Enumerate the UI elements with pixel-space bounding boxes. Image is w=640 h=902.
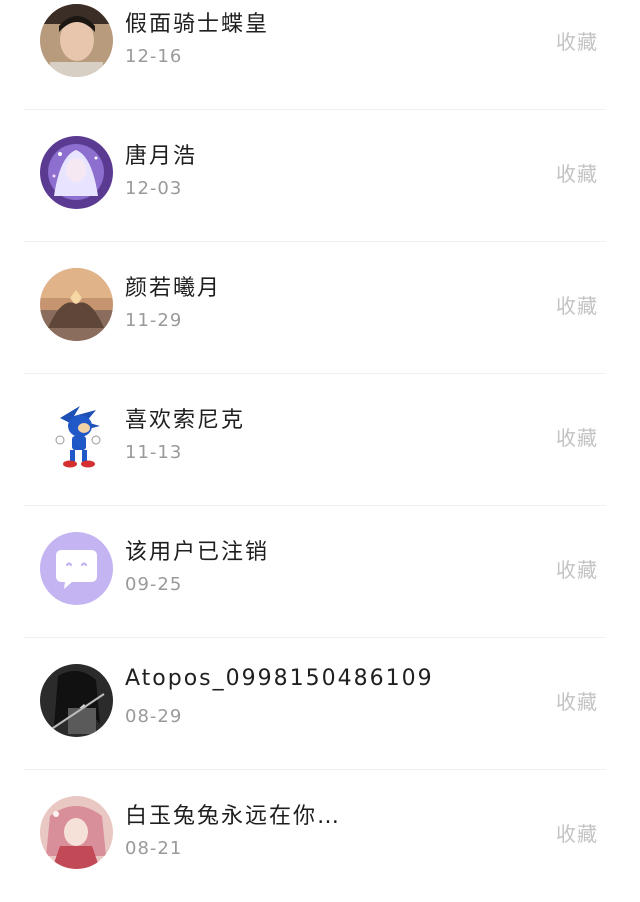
list-item[interactable]: 白玉兔兔永远在你… 08-21 收藏: [0, 770, 640, 902]
favorite-button[interactable]: 收藏: [556, 554, 598, 583]
favorite-button[interactable]: 收藏: [556, 290, 598, 319]
favorite-button[interactable]: 收藏: [556, 686, 598, 715]
dark-character-icon[interactable]: [40, 664, 113, 737]
deactivated-chat-bubble-icon[interactable]: [40, 532, 113, 605]
favorite-button[interactable]: 收藏: [556, 26, 598, 55]
favorite-button[interactable]: 收藏: [556, 158, 598, 187]
follow-date: 08-29: [125, 706, 183, 727]
anime-girl-icon[interactable]: [40, 136, 113, 209]
list-item[interactable]: 唐月浩 12-03 收藏: [0, 110, 640, 242]
list-item[interactable]: Atopos_0998150486109 08-29 收藏: [0, 638, 640, 770]
follow-date: 12-16: [125, 46, 183, 67]
user-name: 该用户已注销: [125, 540, 270, 565]
favorite-button[interactable]: 收藏: [556, 422, 598, 451]
follow-date: 08-21: [125, 838, 183, 859]
heart-hands-sunset-icon[interactable]: [40, 268, 113, 341]
list-item[interactable]: 喜欢索尼克 11-13 收藏: [0, 374, 640, 506]
follow-date: 11-29: [125, 310, 183, 331]
user-name: 白玉兔兔永远在你…: [125, 804, 342, 829]
list-item[interactable]: 颜若曦月 11-29 收藏: [0, 242, 640, 374]
follow-date: 11-13: [125, 442, 183, 463]
follow-list: 假面骑士蝶皇 12-16 收藏 唐月浩 12-03 收藏 颜若曦月 11-29 …: [0, 0, 640, 902]
user-name: Atopos_0998150486109: [125, 666, 434, 691]
user-name: 唐月浩: [125, 144, 198, 169]
list-item[interactable]: 假面骑士蝶皇 12-16 收藏: [0, 0, 640, 110]
list-item[interactable]: 该用户已注销 09-25 收藏: [0, 506, 640, 638]
user-name: 喜欢索尼克: [125, 408, 246, 433]
sonic-character-icon[interactable]: [40, 400, 113, 473]
person-photo-icon[interactable]: [40, 4, 113, 77]
user-name: 颜若曦月: [125, 276, 222, 301]
favorite-button[interactable]: 收藏: [556, 818, 598, 847]
user-name: 假面骑士蝶皇: [125, 12, 270, 37]
follow-date: 09-25: [125, 574, 183, 595]
anime-character-icon[interactable]: [40, 796, 113, 869]
follow-date: 12-03: [125, 178, 183, 199]
